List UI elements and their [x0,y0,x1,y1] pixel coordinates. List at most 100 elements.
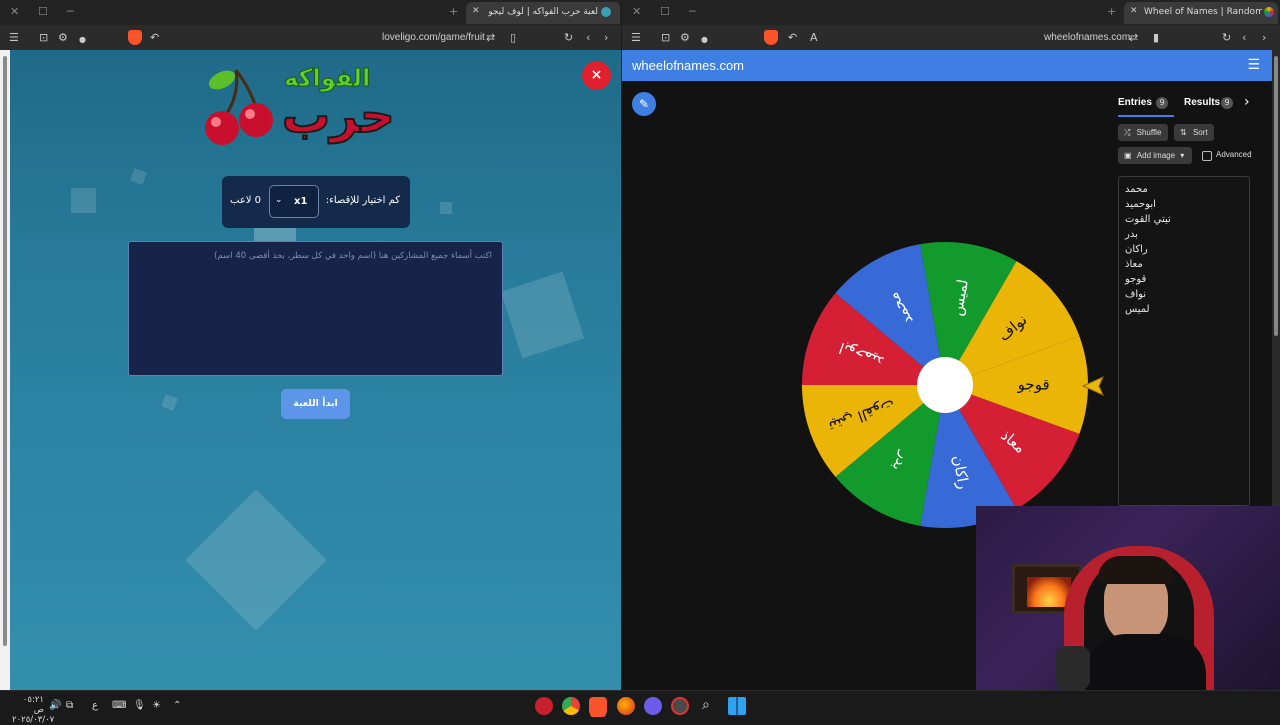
tab-favicon-icon [1264,7,1274,17]
chrome-app-icon[interactable] [562,697,580,715]
logo-title: حرب [281,87,396,145]
translate-icon[interactable]: A [810,31,818,44]
discord-app-icon[interactable] [644,697,662,715]
screenshot-icon[interactable]: ⊡ [661,31,670,44]
toolbar: ☰ ⊡ ⚙ ● ↶ loveligo.com/game/fruit ⇄ ▯ ↻ … [0,25,621,50]
reader-icon[interactable]: ↶ [788,31,797,44]
tray-expand-icon[interactable]: ⌃ [173,700,181,711]
extensions-icon[interactable]: ⚙ [680,31,690,44]
screenshot-icon[interactable]: ⊡ [39,31,48,44]
player-count: 0 لاعب [230,195,262,206]
maximize-icon[interactable]: ☐ [38,5,48,18]
input-language[interactable]: ع [92,700,98,711]
collapse-panel-icon[interactable]: › [1244,94,1250,110]
dot-icon: ● [79,35,86,44]
vivaldi-app-icon[interactable] [535,697,553,715]
tab-title: Wheel of Names | Random nam [1144,7,1262,17]
active-tab-indicator [1118,115,1174,117]
entry-line: محمد [1125,184,1148,195]
forward-icon[interactable]: › [1262,31,1266,44]
bookmark-icon[interactable]: ▮ [1153,31,1159,44]
entry-line: لميس [1125,304,1150,315]
site-brand[interactable]: wheelofnames.com [632,58,744,73]
new-tab-icon[interactable]: + [1107,5,1116,18]
site-settings-icon[interactable]: ⇄ [486,31,495,44]
decor-square [440,202,452,214]
advanced-option[interactable]: Advanced [1202,150,1270,164]
windows-start-icon[interactable] [728,697,746,715]
mic-icon[interactable]: 🎙 [133,700,146,711]
advanced-checkbox[interactable] [1202,151,1212,161]
forward-icon[interactable]: › [604,31,608,44]
advanced-label: Advanced [1216,150,1252,159]
tab-results[interactable]: Results [1184,97,1220,108]
maximize-icon[interactable]: ☐ [660,5,670,18]
elimination-count-select[interactable]: ⌄ x1 [269,185,319,218]
edit-wheel-button[interactable]: ✎ [632,92,656,116]
tab-favicon-icon [601,7,611,17]
elimination-count-value: x1 [294,196,308,207]
add-image-label: Add image [1136,151,1176,160]
wheel-pointer-icon [1081,376,1104,396]
toolbar: ☰ ⊡ ⚙ ● ↶ A wheelofnames.com ⇄ ▮ ↻ ‹ › [622,25,1280,50]
chevron-down-icon: ⌄ [275,195,283,205]
entry-line: تيتي القوت [1125,214,1171,225]
entries-results-tabs: Entries 9 Results 9 › [1118,94,1268,118]
shuffle-button[interactable]: ⤮ Shuffle [1118,124,1168,141]
brave-shield-icon[interactable] [764,30,778,45]
entries-count-badge: 9 [1156,97,1168,109]
shuffle-icon: ⤮ [1124,128,1131,137]
site-settings-icon[interactable]: ⇄ [1129,31,1138,44]
clock[interactable]: ٠٥:٢١ ص ٢٠٢٥/٠٣/٠٧ [12,695,54,725]
address-bar[interactable]: wheelofnames.com [1044,32,1130,43]
close-game-button[interactable]: × [582,61,611,90]
entries-textarea[interactable]: محمد ابوحميد تيتي القوت بدر راكان معاذ ق… [1118,176,1250,506]
network-icon[interactable]: ⧉ [66,700,73,711]
name-wheel[interactable]: قوجومعاذراكانبدرتيتي القوتابوحميدمحمد لمي… [800,240,1100,540]
address-bar[interactable]: loveligo.com/game/fruit [382,32,485,43]
decor-square [71,188,96,213]
participants-textarea[interactable]: اكتب أسماء جميع المشاركين هنا (اسم واحد … [128,241,503,376]
brightness-icon[interactable]: ☀ [152,700,161,711]
extensions-icon[interactable]: ⚙ [58,31,68,44]
start-game-button[interactable]: ابدأ اللعبة [281,389,350,419]
volume-icon[interactable]: 🔊 [49,700,61,711]
microphone [1056,646,1090,690]
sort-button[interactable]: ⇅ Sort [1174,124,1214,141]
tab-close-icon[interactable]: ✕ [1130,6,1138,16]
minimize-icon[interactable]: ─ [67,5,74,18]
hamburger-menu-icon[interactable]: ☰ [1247,57,1260,73]
tab-title: لعبة حرب الفواكه | لوف ليجو يوفر [488,7,598,17]
bookmark-icon[interactable]: ▯ [510,31,516,44]
brave-shield-icon[interactable] [128,30,142,45]
tab-fruit-war[interactable]: ✕ لعبة حرب الفواكه | لوف ليجو يوفر [466,2,620,24]
back-icon[interactable]: ‹ [586,31,590,44]
brave-app-icon[interactable] [589,697,607,715]
obs-app-icon[interactable] [671,697,689,715]
streamer-shirt [1086,634,1206,690]
add-image-button[interactable]: ▣ Add image ▾ [1118,147,1192,164]
search-icon[interactable]: ⌕ [702,697,710,713]
firefox-app-icon[interactable] [617,697,635,715]
tab-entries[interactable]: Entries [1118,97,1152,108]
minimize-icon[interactable]: ─ [689,5,696,18]
tab-wheel-of-names[interactable]: ✕ Wheel of Names | Random nam [1124,2,1278,24]
menu-icon[interactable]: ☰ [9,31,19,44]
reader-icon[interactable]: ↶ [150,31,159,44]
reload-icon[interactable]: ↻ [1222,31,1231,44]
back-icon[interactable]: ‹ [1242,31,1246,44]
close-window-icon[interactable]: ✕ [10,5,19,18]
new-tab-icon[interactable]: + [449,5,458,18]
decor-square [130,168,147,185]
keyboard-icon[interactable]: ⌨ [112,700,126,711]
participants-placeholder: اكتب أسماء جميع المشاركين هنا (اسم واحد … [214,251,492,261]
tab-close-icon[interactable]: ✕ [472,6,480,16]
reload-icon[interactable]: ↻ [564,31,573,44]
page-scrollbar[interactable] [0,50,10,690]
tab-bar: ✕ ☐ ─ + ✕ لعبة حرب الفواكه | لوف ليجو يو… [0,0,621,25]
wheel-center[interactable] [917,357,973,413]
entry-line: ابوحميد [1125,199,1156,210]
menu-icon[interactable]: ☰ [631,31,641,44]
close-window-icon[interactable]: ✕ [632,5,641,18]
pencil-icon: ✎ [638,97,650,111]
